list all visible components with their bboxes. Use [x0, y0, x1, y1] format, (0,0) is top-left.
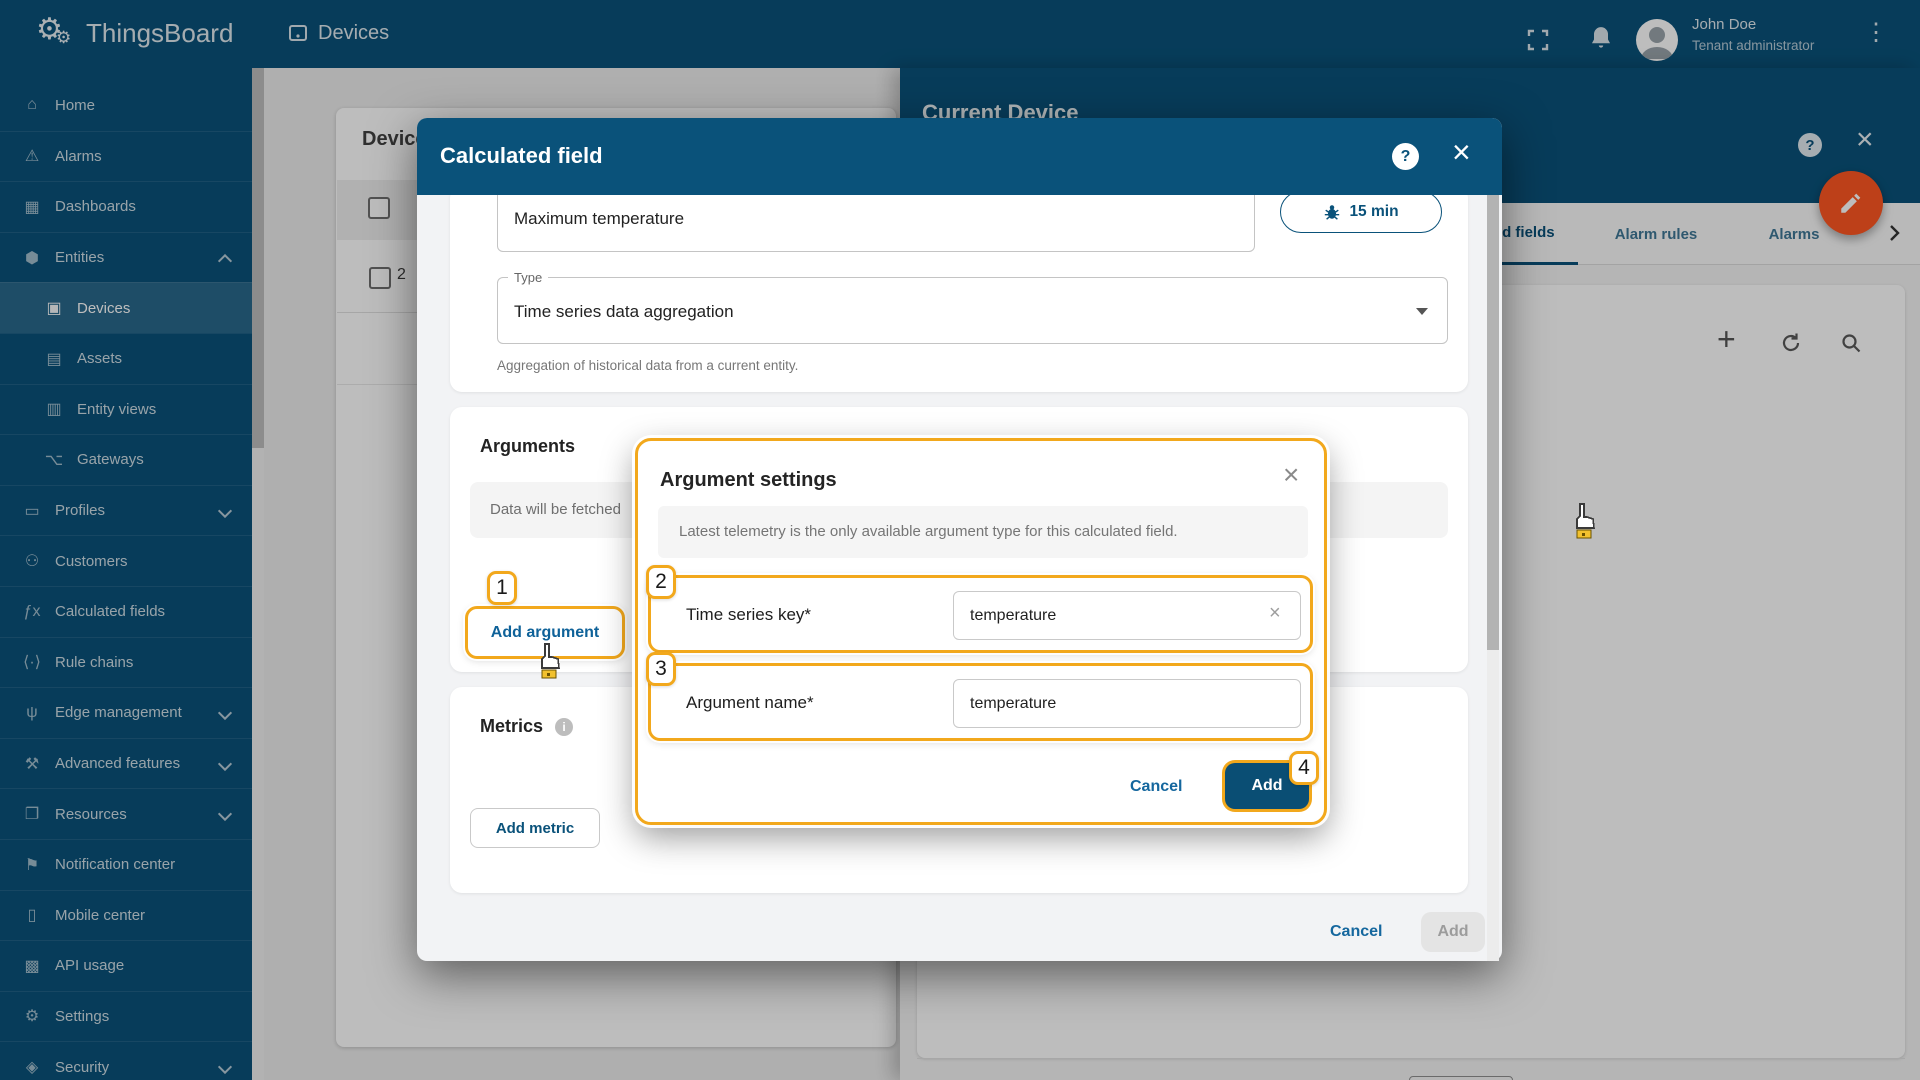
dialog-close-icon[interactable]: × [1452, 134, 1471, 171]
arg-info-text: Latest telemetry is the only available a… [679, 523, 1178, 540]
arg-name-highlight: Argument name* temperature [648, 663, 1313, 741]
type-helper-text: Aggregation of historical data from a cu… [497, 358, 798, 373]
type-value: Time series data aggregation [514, 302, 734, 322]
arg-dialog-title: Argument settings [660, 469, 837, 492]
pointer-hand-cursor [535, 643, 561, 679]
tutorial-step-3-badge: 3 [646, 652, 676, 686]
field-name-value: Maximum temperature [514, 209, 684, 229]
tutorial-step-4-badge: 4 [1289, 751, 1319, 785]
cf-cancel-button[interactable]: Cancel [1330, 923, 1382, 941]
type-select[interactable]: Type Time series data aggregation [497, 277, 1448, 344]
ts-key-value: temperature [970, 607, 1056, 625]
thingsboard-app: ⚙ ⚙ ThingsBoard Devices John Doe Tenant … [0, 0, 1920, 1080]
cf-dialog-title: Calculated field [440, 143, 603, 169]
add-metric-button[interactable]: Add metric [470, 808, 600, 848]
cf-dialog-header: Calculated field ? × [417, 118, 1502, 195]
pointer-hand-cursor [1570, 503, 1596, 539]
arguments-heading: Arguments [480, 436, 575, 457]
dialog-help-icon[interactable]: ? [1392, 143, 1419, 170]
add-argument-button[interactable]: Add argument [491, 624, 599, 642]
bug-icon [1323, 203, 1341, 221]
ts-key-label: Time series key* [686, 605, 811, 625]
clear-icon[interactable]: × [1269, 602, 1281, 625]
select-caret-icon [1416, 308, 1428, 315]
debug-settings-chip[interactable]: 15 min [1280, 191, 1442, 233]
dialog-scrollbar[interactable] [1487, 195, 1499, 961]
info-icon: i [555, 718, 573, 736]
arg-name-label: Argument name* [686, 693, 814, 713]
arg-name-input[interactable]: temperature [953, 679, 1301, 728]
arguments-info-text: Data will be fetched [490, 501, 621, 518]
tutorial-step-1-badge: 1 [487, 571, 517, 605]
field-name-input[interactable]: Maximum temperature [497, 188, 1255, 252]
arg-name-value: temperature [970, 695, 1056, 713]
cf-add-button-disabled[interactable]: Add [1421, 912, 1485, 952]
debug-chip-label: 15 min [1349, 203, 1398, 221]
tutorial-step-2-badge: 2 [646, 565, 676, 599]
arg-info-strip: Latest telemetry is the only available a… [658, 506, 1308, 558]
type-label: Type [508, 270, 548, 285]
metrics-heading: Metrics [480, 716, 543, 737]
argument-settings-dialog: Argument settings × Latest telemetry is … [635, 438, 1327, 825]
arg-cancel-button[interactable]: Cancel [1130, 778, 1182, 796]
ts-key-highlight: Time series key* temperature × [648, 575, 1313, 653]
arg-dialog-close-icon[interactable]: × [1283, 459, 1299, 491]
ts-key-input[interactable]: temperature × [953, 591, 1301, 640]
dialog-scrollbar-thumb[interactable] [1487, 195, 1499, 650]
